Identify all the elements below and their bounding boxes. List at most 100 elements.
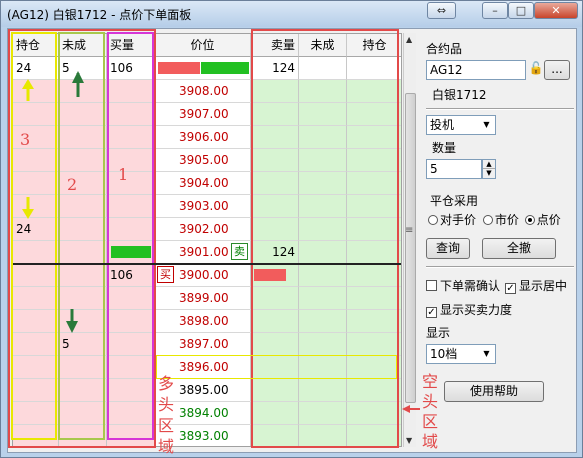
sell-tag-icon[interactable]: 卖 <box>231 243 248 260</box>
cell-long-position[interactable] <box>13 149 59 172</box>
ladder-row[interactable]: 3898.00 <box>13 310 401 333</box>
ladder-row[interactable]: 3906.00 <box>13 126 401 149</box>
scroll-down-icon[interactable]: ▼ <box>406 436 412 445</box>
title-bar[interactable]: (AG12) 白银1712 - 点价下单面板 ⇔ – □ ✕ <box>1 1 582 27</box>
close-icon[interactable]: ✕ <box>534 2 578 19</box>
cell-long-position[interactable] <box>13 172 59 195</box>
contract-code-input[interactable]: AG12 <box>426 60 526 80</box>
cell-sell-volume[interactable] <box>251 425 299 446</box>
stepper-down-icon[interactable]: ▼ <box>483 169 495 178</box>
ladder-row[interactable]: 106 3900.00 买 <box>13 263 401 287</box>
cell-buy-volume[interactable] <box>107 287 155 310</box>
cell-short-position[interactable] <box>347 218 401 241</box>
radio-counterparty[interactable]: 对手价 <box>428 213 476 227</box>
cell-sell-volume[interactable] <box>251 333 299 356</box>
ladder-row[interactable]: 3894.00 <box>13 402 401 425</box>
cell-sell-unfilled[interactable] <box>299 264 347 287</box>
cell-buy-unfilled[interactable] <box>59 172 107 195</box>
cell-sell-volume[interactable]: 124 <box>251 241 299 264</box>
ladder-row[interactable]: 3908.00 <box>13 80 401 103</box>
cell-buy-volume[interactable] <box>107 218 155 241</box>
cell-long-position[interactable] <box>13 264 59 287</box>
ladder-row[interactable]: 3896.00 <box>13 356 401 379</box>
cell-buy-volume[interactable] <box>107 103 155 126</box>
cell-sell-unfilled[interactable] <box>299 126 347 149</box>
cell-buy-volume[interactable] <box>107 379 155 402</box>
cell-sell-volume[interactable] <box>251 195 299 218</box>
radio-click-price[interactable]: 点价 <box>524 213 561 227</box>
cell-long-position[interactable] <box>13 310 59 333</box>
cell-short-position[interactable] <box>347 333 401 356</box>
order-type-select[interactable]: 投机 ▼ <box>426 115 496 135</box>
radio-market[interactable]: 市价 <box>482 213 519 227</box>
cell-buy-volume[interactable] <box>107 241 155 264</box>
cell-buy-volume[interactable] <box>107 425 155 446</box>
ladder-row[interactable]: 3905.00 <box>13 149 401 172</box>
cell-sell-unfilled[interactable] <box>299 287 347 310</box>
cell-short-position[interactable] <box>347 195 401 218</box>
confirm-order-checkbox[interactable]: 下单需确认 <box>426 277 500 294</box>
cell-long-position[interactable]: 24 <box>13 218 59 241</box>
display-depth-select[interactable]: 10档 ▼ <box>426 344 496 364</box>
cell-sell-unfilled[interactable] <box>299 172 347 195</box>
cell-short-position[interactable] <box>347 126 401 149</box>
cell-buy-unfilled[interactable] <box>59 195 107 218</box>
cell-buy-volume[interactable] <box>107 126 155 149</box>
cell-sell-volume[interactable] <box>251 310 299 333</box>
ladder-row[interactable]: 3899.00 <box>13 287 401 310</box>
cell-buy-unfilled[interactable] <box>59 149 107 172</box>
scroll-thumb[interactable] <box>405 93 416 403</box>
ladder-row[interactable]: 3895.00 <box>13 379 401 402</box>
cell-short-position[interactable] <box>347 172 401 195</box>
cell-buy-unfilled[interactable] <box>59 103 107 126</box>
cell-sell-unfilled[interactable] <box>299 103 347 126</box>
cell-sell-unfilled[interactable] <box>299 379 347 402</box>
cell-short-position[interactable] <box>347 241 401 264</box>
ladder-row[interactable]: 5 3897.00 <box>13 333 401 356</box>
cell-long-position[interactable] <box>13 80 59 103</box>
cell-long-position[interactable] <box>13 425 59 446</box>
query-button[interactable]: 查询 <box>426 238 470 259</box>
ladder-row[interactable]: 3903.00 <box>13 195 401 218</box>
cell-short-position[interactable] <box>347 425 401 446</box>
cell-sell-unfilled[interactable] <box>299 310 347 333</box>
quantity-input[interactable]: 5 <box>426 159 482 179</box>
cell-sell-unfilled[interactable] <box>299 425 347 446</box>
help-button[interactable]: 使用帮助 <box>444 381 544 402</box>
quantity-stepper[interactable]: ▲ ▼ <box>482 159 496 179</box>
cell-sell-unfilled[interactable] <box>299 333 347 356</box>
cell-sell-unfilled[interactable] <box>299 149 347 172</box>
cell-short-position[interactable] <box>347 310 401 333</box>
cell-buy-unfilled[interactable] <box>59 310 107 333</box>
scroll-up-icon[interactable]: ▲ <box>406 35 412 44</box>
center-display-checkbox[interactable]: ✓ 显示居中 <box>505 277 567 294</box>
stepper-up-icon[interactable]: ▲ <box>483 160 495 169</box>
cell-sell-unfilled[interactable] <box>299 218 347 241</box>
cell-sell-unfilled[interactable] <box>299 402 347 425</box>
cell-sell-volume[interactable] <box>251 287 299 310</box>
buy-tag-icon[interactable]: 买 <box>157 266 174 283</box>
cell-sell-unfilled[interactable] <box>299 195 347 218</box>
cell-sell-volume[interactable] <box>251 172 299 195</box>
cell-buy-unfilled[interactable] <box>59 356 107 379</box>
cell-sell-unfilled[interactable] <box>299 241 347 264</box>
ladder-scrollbar[interactable]: ▲ ≡ ▼ <box>403 33 416 447</box>
cell-buy-unfilled[interactable] <box>59 379 107 402</box>
cell-sell-volume[interactable] <box>251 103 299 126</box>
cell-short-position[interactable] <box>347 379 401 402</box>
cell-sell-unfilled[interactable] <box>299 356 347 379</box>
ladder-row[interactable]: 3901.00 卖 124 <box>13 241 401 264</box>
cell-long-position[interactable] <box>13 195 59 218</box>
cell-buy-unfilled[interactable] <box>59 287 107 310</box>
cell-short-position[interactable] <box>347 103 401 126</box>
cell-sell-volume[interactable] <box>251 80 299 103</box>
cancel-all-button[interactable]: 全撤 <box>482 238 556 259</box>
cell-sell-volume[interactable] <box>251 379 299 402</box>
cell-sell-volume[interactable] <box>251 149 299 172</box>
cell-sell-volume[interactable] <box>251 264 299 287</box>
cell-buy-volume[interactable] <box>107 402 155 425</box>
cell-short-position[interactable] <box>347 356 401 379</box>
cell-buy-unfilled[interactable] <box>59 241 107 264</box>
ladder-row[interactable]: 24 3902.00 <box>13 218 401 241</box>
minimize-icon[interactable]: – <box>482 2 508 19</box>
